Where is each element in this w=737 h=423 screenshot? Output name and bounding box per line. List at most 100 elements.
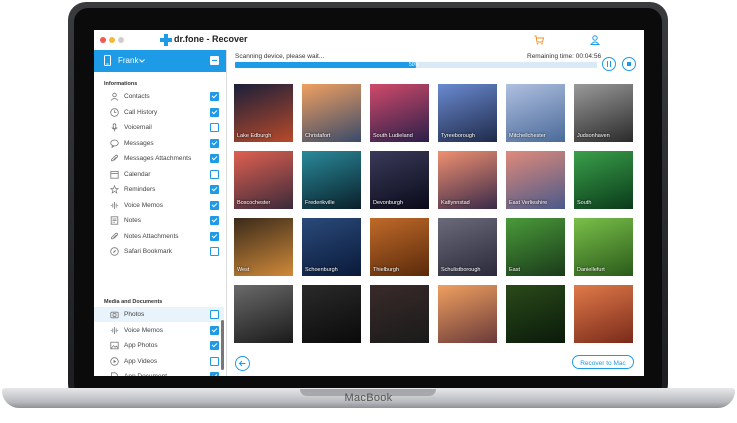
device-selector[interactable]: Frank — [94, 50, 226, 72]
sidebar-item-label: Notes Attachments — [124, 232, 179, 240]
checkbox[interactable] — [210, 341, 219, 350]
sidebar-item[interactable]: App Photos — [94, 338, 224, 353]
photo-thumbnail[interactable]: East — [506, 218, 565, 276]
sidebar-item[interactable]: Messages — [94, 136, 224, 151]
checkbox[interactable] — [210, 247, 219, 256]
checkbox[interactable] — [210, 107, 219, 117]
sidebar: Frank Informations Contacts Call History V… — [94, 50, 227, 376]
photo-caption: Mitchellchester — [509, 133, 546, 139]
photo-thumbnail[interactable]: Judsonhaven — [574, 84, 633, 142]
reminder-icon — [110, 185, 119, 194]
section-informations: Informations — [104, 81, 138, 87]
photo-thumbnail[interactable]: Frederikville — [302, 151, 361, 209]
clock-icon — [110, 107, 119, 117]
photo-thumbnail[interactable]: Schoenburgh — [302, 218, 361, 276]
back-button[interactable] — [235, 356, 250, 371]
photo-caption: Judsonhaven — [577, 133, 610, 139]
pause-icon — [607, 61, 611, 67]
close-window-button[interactable] — [100, 37, 106, 43]
sidebar-item[interactable]: Voicemail — [94, 120, 224, 135]
sidebar-item-label: Safari Bookmark — [124, 248, 173, 255]
sidebar-item-label: Messages Attachments — [124, 155, 192, 162]
maximize-window-button[interactable] — [118, 37, 124, 43]
sidebar-item[interactable]: Safari Bookmark — [94, 244, 224, 259]
paperclip-icon — [110, 154, 118, 162]
sidebar-item[interactable]: Messages Attachments — [94, 151, 224, 166]
collapse-toggle-button[interactable] — [210, 56, 219, 65]
photo-thumbnail[interactable]: Thielburgh — [370, 218, 429, 276]
photo-thumbnail[interactable]: Christafort — [302, 84, 361, 142]
sidebar-item[interactable]: Notes Attachments — [94, 229, 224, 244]
compass-icon — [110, 247, 119, 256]
checkbox[interactable] — [210, 325, 219, 335]
photo-caption: Devonburgh — [373, 200, 403, 206]
device-name: Frank — [118, 56, 139, 65]
photo-caption: Schulistborough — [441, 267, 481, 273]
pause-button[interactable] — [602, 57, 616, 71]
sidebar-item-label: Contacts — [124, 93, 150, 100]
checkbox[interactable] — [210, 216, 219, 225]
photo-thumbnail[interactable]: Tyreeborough — [438, 84, 497, 142]
checkbox[interactable] — [210, 138, 219, 148]
sidebar-item[interactable]: Voice Memos — [94, 198, 224, 213]
checkbox[interactable] — [210, 169, 219, 179]
scan-progress-bar: 50% — [235, 62, 597, 68]
sidebar-item[interactable]: Reminders — [94, 182, 224, 197]
photo-caption: South Ludieland — [373, 133, 413, 139]
photo-thumbnail[interactable] — [506, 285, 565, 343]
sidebar-item[interactable]: Voice Memos — [94, 323, 224, 338]
minimize-window-button[interactable] — [109, 37, 115, 43]
app-screen: dr.fone - Recover Frank Informations Con… — [94, 30, 644, 376]
sidebar-item[interactable]: Photos — [94, 307, 224, 322]
photo-caption: Schoenburgh — [305, 267, 338, 273]
scan-progress-fill — [235, 62, 416, 68]
photo-thumbnail[interactable]: Boscochester — [234, 151, 293, 209]
sidebar-item[interactable]: Call History — [94, 105, 224, 120]
photo-thumbnail[interactable]: Mitchellchester — [506, 84, 565, 142]
checkbox[interactable] — [210, 231, 219, 241]
photo-thumbnail[interactable]: East Verlieshire — [506, 151, 565, 209]
photo-thumbnail[interactable]: West — [234, 218, 293, 276]
recover-to-mac-button[interactable]: Recover to Mac — [572, 355, 634, 369]
photo-thumbnail[interactable] — [438, 285, 497, 343]
checkbox[interactable] — [210, 310, 219, 319]
checkbox[interactable] — [210, 185, 219, 194]
checkbox[interactable] — [210, 372, 219, 376]
stop-icon — [627, 62, 631, 66]
camera-icon — [110, 311, 119, 319]
photo-thumbnail[interactable]: South — [574, 151, 633, 209]
photo-thumbnail[interactable]: Lake Edburgh — [234, 84, 293, 142]
notes-icon — [110, 216, 119, 225]
photo-thumbnail[interactable] — [302, 285, 361, 343]
cart-icon[interactable] — [534, 35, 544, 45]
checkbox[interactable] — [210, 154, 219, 163]
photo-thumbnail[interactable]: Daniellefurt — [574, 218, 633, 276]
stop-button[interactable] — [622, 57, 636, 71]
sidebar-item[interactable]: App Videos — [94, 354, 224, 369]
calendar-icon — [110, 170, 119, 179]
photo-thumbnail[interactable]: South Ludieland — [370, 84, 429, 142]
sidebar-item[interactable]: Notes — [94, 213, 224, 228]
checkbox[interactable] — [210, 92, 219, 101]
checkbox[interactable] — [210, 356, 219, 366]
sidebar-scrollbar[interactable] — [221, 320, 224, 370]
sidebar-item[interactable]: Calendar — [94, 167, 224, 182]
photo-thumbnail[interactable] — [370, 285, 429, 343]
title-bar: dr.fone - Recover — [94, 30, 644, 51]
main-panel: Scanning device, please wait... Remainin… — [227, 50, 644, 376]
photo-caption: Tyreeborough — [441, 133, 475, 139]
photo-thumbnail[interactable]: Katlynnstad — [438, 151, 497, 209]
sidebar-item-label: Call History — [124, 108, 158, 116]
sidebar-item[interactable]: App Document — [94, 369, 224, 376]
checkbox[interactable] — [210, 200, 219, 210]
photo-thumbnail[interactable] — [234, 285, 293, 343]
sidebar-item[interactable]: Contacts — [94, 89, 224, 104]
photo-caption: Boscochester — [237, 200, 271, 206]
photo-thumbnail[interactable] — [574, 285, 633, 343]
waveform-icon — [110, 201, 119, 209]
photo-thumbnail[interactable]: Devonburgh — [370, 151, 429, 209]
checkbox[interactable] — [210, 123, 219, 132]
photo-thumbnail[interactable]: Schulistborough — [438, 218, 497, 276]
account-icon[interactable] — [590, 35, 600, 45]
window-title: dr.fone - Recover — [174, 34, 248, 44]
